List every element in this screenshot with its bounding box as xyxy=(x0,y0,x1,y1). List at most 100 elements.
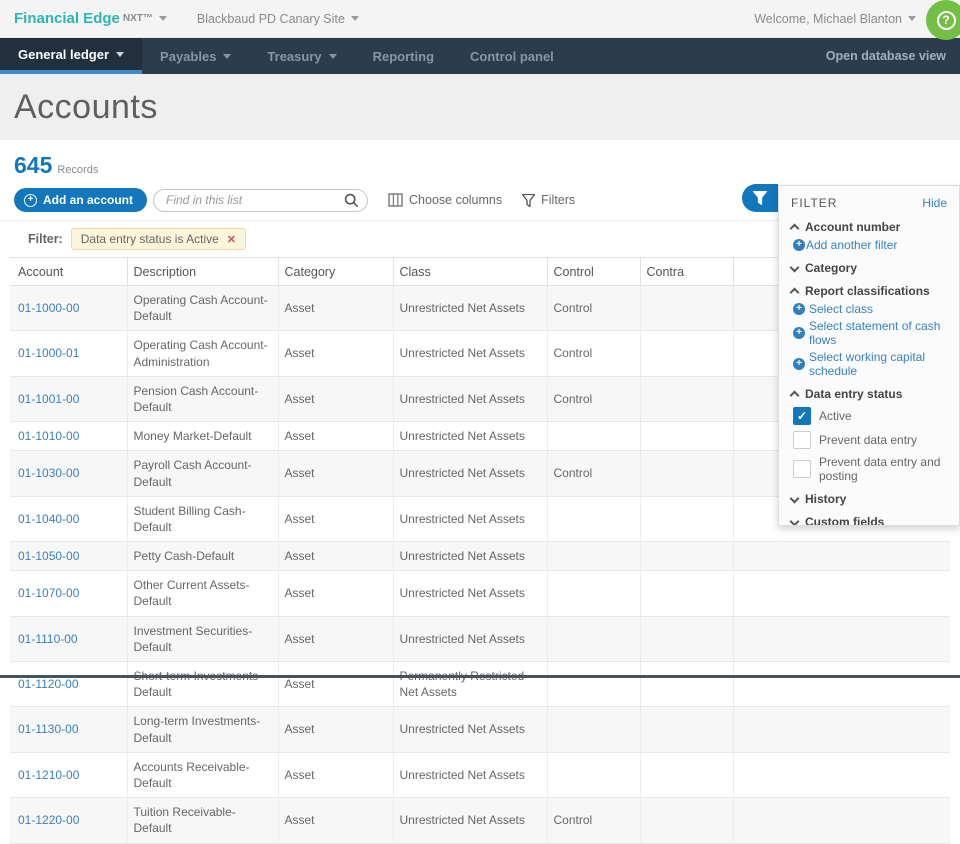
site-caret-icon[interactable] xyxy=(351,16,359,21)
title-band: Accounts xyxy=(0,74,960,140)
checkbox-unchecked-icon[interactable] xyxy=(793,431,811,449)
record-label: Records xyxy=(57,164,98,176)
filter-panel: FILTER Hide Account number +Add another f… xyxy=(778,185,960,526)
open-database-view-link[interactable]: Open database view xyxy=(812,38,960,74)
cell-filler xyxy=(733,571,950,616)
filter-link-label: Select statement of cash flows xyxy=(809,319,947,347)
checkbox-checked-icon[interactable]: ✓ xyxy=(793,407,811,425)
remove-filter-icon[interactable]: ✕ xyxy=(227,233,236,246)
cell-control xyxy=(547,707,640,752)
choose-columns-button[interactable]: Choose columns xyxy=(388,193,502,207)
cell-account: 01-1110-00 xyxy=(10,616,127,661)
add-account-button[interactable]: + Add an account xyxy=(14,188,147,212)
filter-section-custom-fields[interactable]: Custom fields xyxy=(791,515,947,526)
cell-class: Unrestricted Net Assets xyxy=(393,542,547,571)
column-header-contra[interactable]: Contra xyxy=(640,258,733,286)
filter-section-data-entry-status[interactable]: Data entry status xyxy=(791,387,947,401)
cell-filler xyxy=(733,798,950,843)
cell-contra xyxy=(640,752,733,797)
cell-description: Accounts Receivable-Default xyxy=(127,752,278,797)
nav-item-treasury[interactable]: Treasury xyxy=(249,38,354,74)
cell-class: Unrestricted Net Assets xyxy=(393,376,547,421)
cell-contra xyxy=(640,286,733,331)
brand-suffix: NXT™ xyxy=(123,13,153,24)
cell-control: Control xyxy=(547,376,640,421)
chevron-down-icon xyxy=(790,493,800,503)
account-link[interactable]: 01-1000-01 xyxy=(18,346,79,360)
table-row: 01-1210-00Accounts Receivable-DefaultAss… xyxy=(10,752,950,797)
nav-item-control-panel[interactable]: Control panel xyxy=(452,38,572,74)
filter-link-select-working-capital-schedule[interactable]: +Select working capital schedule xyxy=(793,350,947,378)
filter-section-account-number[interactable]: Account number xyxy=(791,220,947,234)
account-link[interactable]: 01-1050-00 xyxy=(18,549,79,563)
nav-item-label: Treasury xyxy=(267,49,321,64)
nav-item-general-ledger[interactable]: General ledger xyxy=(0,38,142,74)
filters-button[interactable]: Filters xyxy=(522,193,575,207)
records-summary: 645 Records xyxy=(0,140,960,183)
cell-contra xyxy=(640,571,733,616)
cell-category: Asset xyxy=(278,542,393,571)
filter-link-add-another-filter[interactable]: +Add another filter xyxy=(793,238,947,252)
account-link[interactable]: 01-1040-00 xyxy=(18,512,79,526)
account-link[interactable]: 01-1000-00 xyxy=(18,301,79,315)
cell-account: 01-1000-01 xyxy=(10,331,127,376)
filter-section-history[interactable]: History xyxy=(791,492,947,506)
filter-section-report-classifications[interactable]: Report classifications xyxy=(791,284,947,298)
site-switcher[interactable]: Blackbaud PD Canary Site xyxy=(197,12,345,26)
cell-category: Asset xyxy=(278,707,393,752)
column-header-category[interactable]: Category xyxy=(278,258,393,286)
cell-control xyxy=(547,571,640,616)
column-header-class[interactable]: Class xyxy=(393,258,547,286)
user-menu[interactable]: Welcome, Michael Blanton xyxy=(754,12,902,26)
filter-checkbox-prevent-data-entry-and-posting[interactable]: Prevent data entry and posting xyxy=(793,455,947,483)
table-row: 01-1110-00Investment Securities-DefaultA… xyxy=(10,616,950,661)
hide-filter-panel-link[interactable]: Hide xyxy=(922,196,947,210)
account-link[interactable]: 01-1030-00 xyxy=(18,466,79,480)
account-link[interactable]: 01-1110-00 xyxy=(18,632,78,646)
account-link[interactable]: 01-1120-00 xyxy=(18,677,79,691)
brand-caret-icon[interactable] xyxy=(159,16,167,21)
account-link[interactable]: 01-1010-00 xyxy=(18,429,79,443)
help-button[interactable]: ? xyxy=(926,0,960,40)
cell-control: Control xyxy=(547,286,640,331)
chevron-down-icon xyxy=(223,54,231,59)
cell-contra xyxy=(640,376,733,421)
filter-checkbox-active[interactable]: ✓Active xyxy=(793,407,947,425)
cell-filler xyxy=(733,662,950,707)
cell-class: Unrestricted Net Assets xyxy=(393,422,547,451)
cell-filler xyxy=(733,542,950,571)
search-icon[interactable] xyxy=(344,193,359,213)
account-link[interactable]: 01-1070-00 xyxy=(18,586,79,600)
filter-link-label: Select working capital schedule xyxy=(809,350,947,378)
filter-checkbox-prevent-data-entry[interactable]: Prevent data entry xyxy=(793,431,947,449)
filter-link-select-statement-of-cash-flows[interactable]: +Select statement of cash flows xyxy=(793,319,947,347)
column-header-account[interactable]: Account xyxy=(10,258,127,286)
account-link[interactable]: 01-1001-00 xyxy=(18,392,79,406)
cell-class: Unrestricted Net Assets xyxy=(393,752,547,797)
cell-category: Asset xyxy=(278,662,393,707)
funnel-icon xyxy=(753,191,767,205)
column-header-control[interactable]: Control xyxy=(547,258,640,286)
plus-circle-icon: + xyxy=(24,194,37,207)
cell-class: Permanently Restricted Net Assets xyxy=(393,662,547,707)
search-input[interactable] xyxy=(153,189,368,212)
nav-item-payables[interactable]: Payables xyxy=(142,38,249,74)
cell-account: 01-1000-00 xyxy=(10,286,127,331)
filter-panel-toggle[interactable] xyxy=(742,184,778,212)
cell-description: Student Billing Cash-Default xyxy=(127,496,278,541)
account-link[interactable]: 01-1130-00 xyxy=(18,722,79,736)
record-count: 645 xyxy=(14,152,52,179)
user-caret-icon[interactable] xyxy=(908,16,916,21)
filter-panel-title: FILTER xyxy=(791,196,837,210)
nav-item-reporting[interactable]: Reporting xyxy=(355,38,452,74)
cell-category: Asset xyxy=(278,571,393,616)
account-link[interactable]: 01-1220-00 xyxy=(18,813,79,827)
account-link[interactable]: 01-1210-00 xyxy=(18,768,79,782)
column-header-description[interactable]: Description xyxy=(127,258,278,286)
checkbox-unchecked-icon[interactable] xyxy=(793,460,811,478)
cell-control xyxy=(547,542,640,571)
filter-section-category[interactable]: Category xyxy=(791,261,947,275)
cell-class: Unrestricted Net Assets xyxy=(393,707,547,752)
cell-description: Money Market-Default xyxy=(127,422,278,451)
filter-link-select-class[interactable]: +Select class xyxy=(793,302,947,316)
